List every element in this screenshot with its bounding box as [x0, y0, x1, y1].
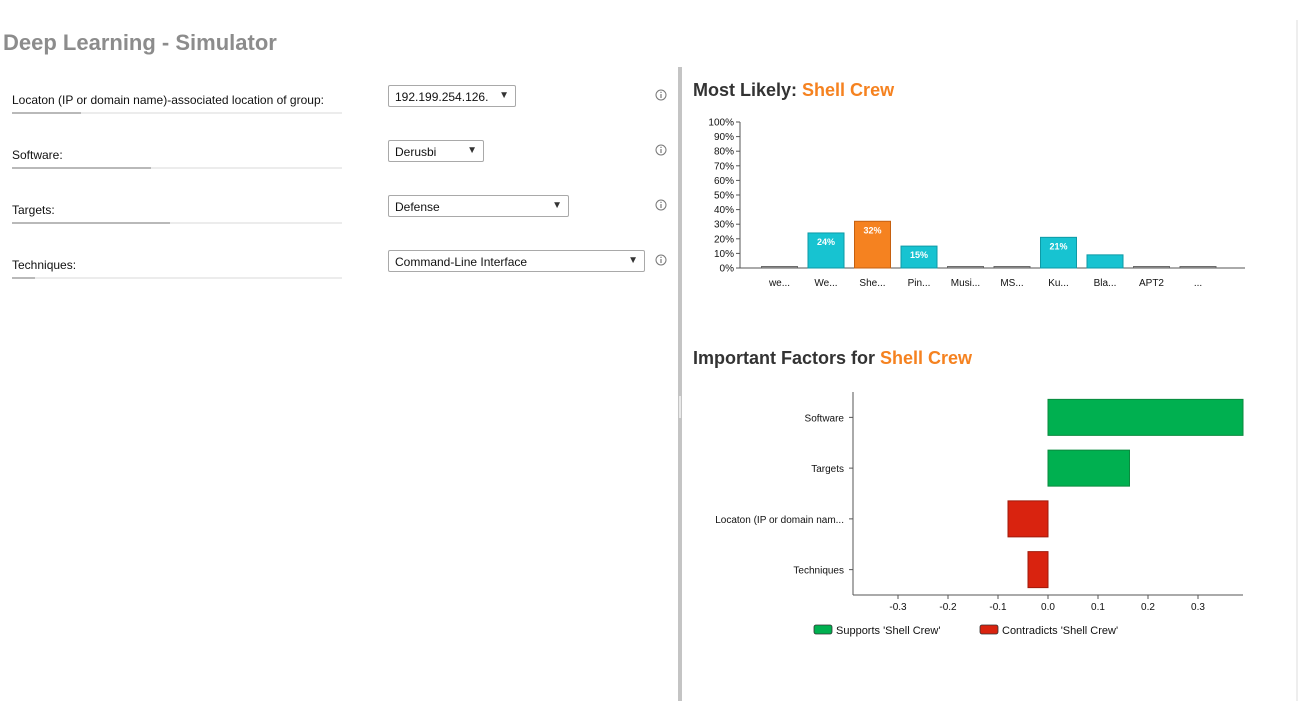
x-tick-label: 0.1 [1091, 602, 1105, 613]
field-weight-fill [12, 112, 82, 114]
field-label-techniques: Techniques: [12, 258, 77, 272]
field-label-location: Locaton (IP or domain name)-associated l… [12, 93, 324, 107]
x-tick-label: APT2 [1139, 278, 1164, 289]
y-tick-label: 30% [714, 220, 734, 231]
field-weight-track [12, 222, 342, 224]
caret-down-icon: ▼ [552, 200, 562, 211]
bar [1047, 398, 1244, 436]
x-tick-label: 0.2 [1141, 602, 1155, 613]
x-tick-label: -0.1 [989, 602, 1007, 613]
x-tick-label: ... [1194, 278, 1202, 289]
x-tick-label: -0.3 [889, 602, 907, 613]
y-tick-label: 10% [714, 249, 734, 260]
y-tick-label: Techniques [793, 566, 844, 577]
bar-value-label: 24% [817, 237, 835, 247]
important-factors-prefix: Important Factors for [693, 348, 876, 368]
targets-select[interactable]: Defense ▼ [388, 195, 569, 217]
factor-bar-chart: -0.3 -0.2 -0.1 0.0 0.1 0.2 0.3 Software Targets L… [715, 392, 1244, 637]
panel-divider[interactable] [678, 67, 682, 701]
field-label-software: Software: [12, 148, 63, 162]
y-tick-label: 90% [714, 132, 734, 143]
field-weight-track [12, 167, 342, 169]
location-select-value: 192.199.254.126. [395, 90, 489, 104]
info-circle-icon[interactable] [655, 199, 667, 211]
important-factors-group: Shell Crew [880, 348, 973, 368]
bar [1179, 266, 1217, 269]
y-tick-label: 60% [714, 176, 734, 187]
techniques-select[interactable]: Command-Line Interface ▼ [388, 250, 645, 272]
field-location: Locaton (IP or domain name)-associated l… [12, 85, 672, 125]
field-targets: Targets: Defense ▼ [12, 195, 672, 235]
info-circle-icon[interactable] [655, 254, 667, 266]
field-weight-fill [12, 277, 36, 279]
location-select[interactable]: 192.199.254.126. ▼ [388, 85, 516, 107]
x-tick-label: MS... [1000, 278, 1023, 289]
field-weight-track [12, 277, 342, 279]
x-tick-label: -0.2 [939, 602, 957, 613]
field-weight-fill [12, 167, 151, 169]
y-tick-label: 70% [714, 161, 734, 172]
bar [947, 266, 984, 269]
bar-value-label: 21% [1049, 241, 1067, 251]
y-tick-label: 0% [720, 264, 735, 275]
software-select[interactable]: Derusbi ▼ [388, 140, 484, 162]
field-weight-fill [12, 222, 171, 224]
x-tick-label: Musi... [951, 278, 980, 289]
bar-value-label: 32% [863, 225, 881, 235]
bar [1047, 449, 1130, 487]
x-tick-label: we... [768, 278, 790, 289]
legend-swatch [979, 624, 999, 635]
field-software: Software: Derusbi ▼ [12, 140, 672, 180]
y-tick-label: 100% [708, 118, 734, 129]
x-tick-label: 0.0 [1041, 602, 1055, 613]
x-tick-label: She... [859, 278, 885, 289]
bar [1086, 254, 1124, 269]
important-factors-heading: Important Factors for Shell Crew [693, 348, 972, 369]
bar-value-label: 15% [910, 250, 928, 260]
y-tick-label: Software [805, 413, 845, 424]
field-weight-track [12, 112, 342, 114]
app-title: Deep Learning - Simulator [3, 30, 277, 55]
caret-down-icon: ▼ [628, 255, 638, 266]
x-tick-label: Pin... [908, 278, 931, 289]
x-tick-label: Bla... [1094, 278, 1117, 289]
y-tick-label: Targets [811, 464, 844, 475]
caret-down-icon: ▼ [499, 90, 509, 101]
most-likely-prefix: Most Likely: [693, 80, 798, 100]
x-tick-label: Ku... [1048, 278, 1069, 289]
x-tick-label: 0.3 [1191, 602, 1205, 613]
software-select-value: Derusbi [395, 145, 437, 159]
techniques-select-value: Command-Line Interface [395, 255, 528, 269]
bar [1007, 500, 1049, 538]
y-tick-label: 50% [714, 191, 734, 202]
field-label-targets: Targets: [12, 203, 55, 217]
bar [1133, 266, 1170, 269]
bar [993, 266, 1031, 269]
y-tick-label: Locaton (IP or domain nam... [715, 515, 844, 526]
y-tick-label: 80% [714, 147, 734, 158]
y-tick-label: 20% [714, 234, 734, 245]
info-circle-icon[interactable] [655, 89, 667, 101]
splitter-grip-icon[interactable] [679, 396, 681, 418]
info-circle-icon[interactable] [655, 144, 667, 156]
caret-down-icon: ▼ [467, 145, 477, 156]
targets-select-value: Defense [395, 200, 440, 214]
page-edge [1296, 20, 1298, 701]
field-techniques: Techniques: Command-Line Interface ▼ [12, 250, 672, 290]
bar [1027, 551, 1049, 589]
likelihood-bar-chart: 0% 10% 20% 30% 40% 50% 60% 70% 80% 90% 100% we... 24… [708, 118, 1245, 289]
y-tick-label: 40% [714, 205, 734, 216]
most-likely-group: Shell Crew [802, 80, 895, 100]
bar [761, 266, 798, 269]
legend-label: Supports 'Shell Crew' [836, 625, 940, 637]
legend-label: Contradicts 'Shell Crew' [1002, 625, 1118, 637]
most-likely-heading: Most Likely: Shell Crew [693, 80, 894, 101]
x-tick-label: We... [814, 278, 837, 289]
legend-swatch [813, 624, 833, 635]
